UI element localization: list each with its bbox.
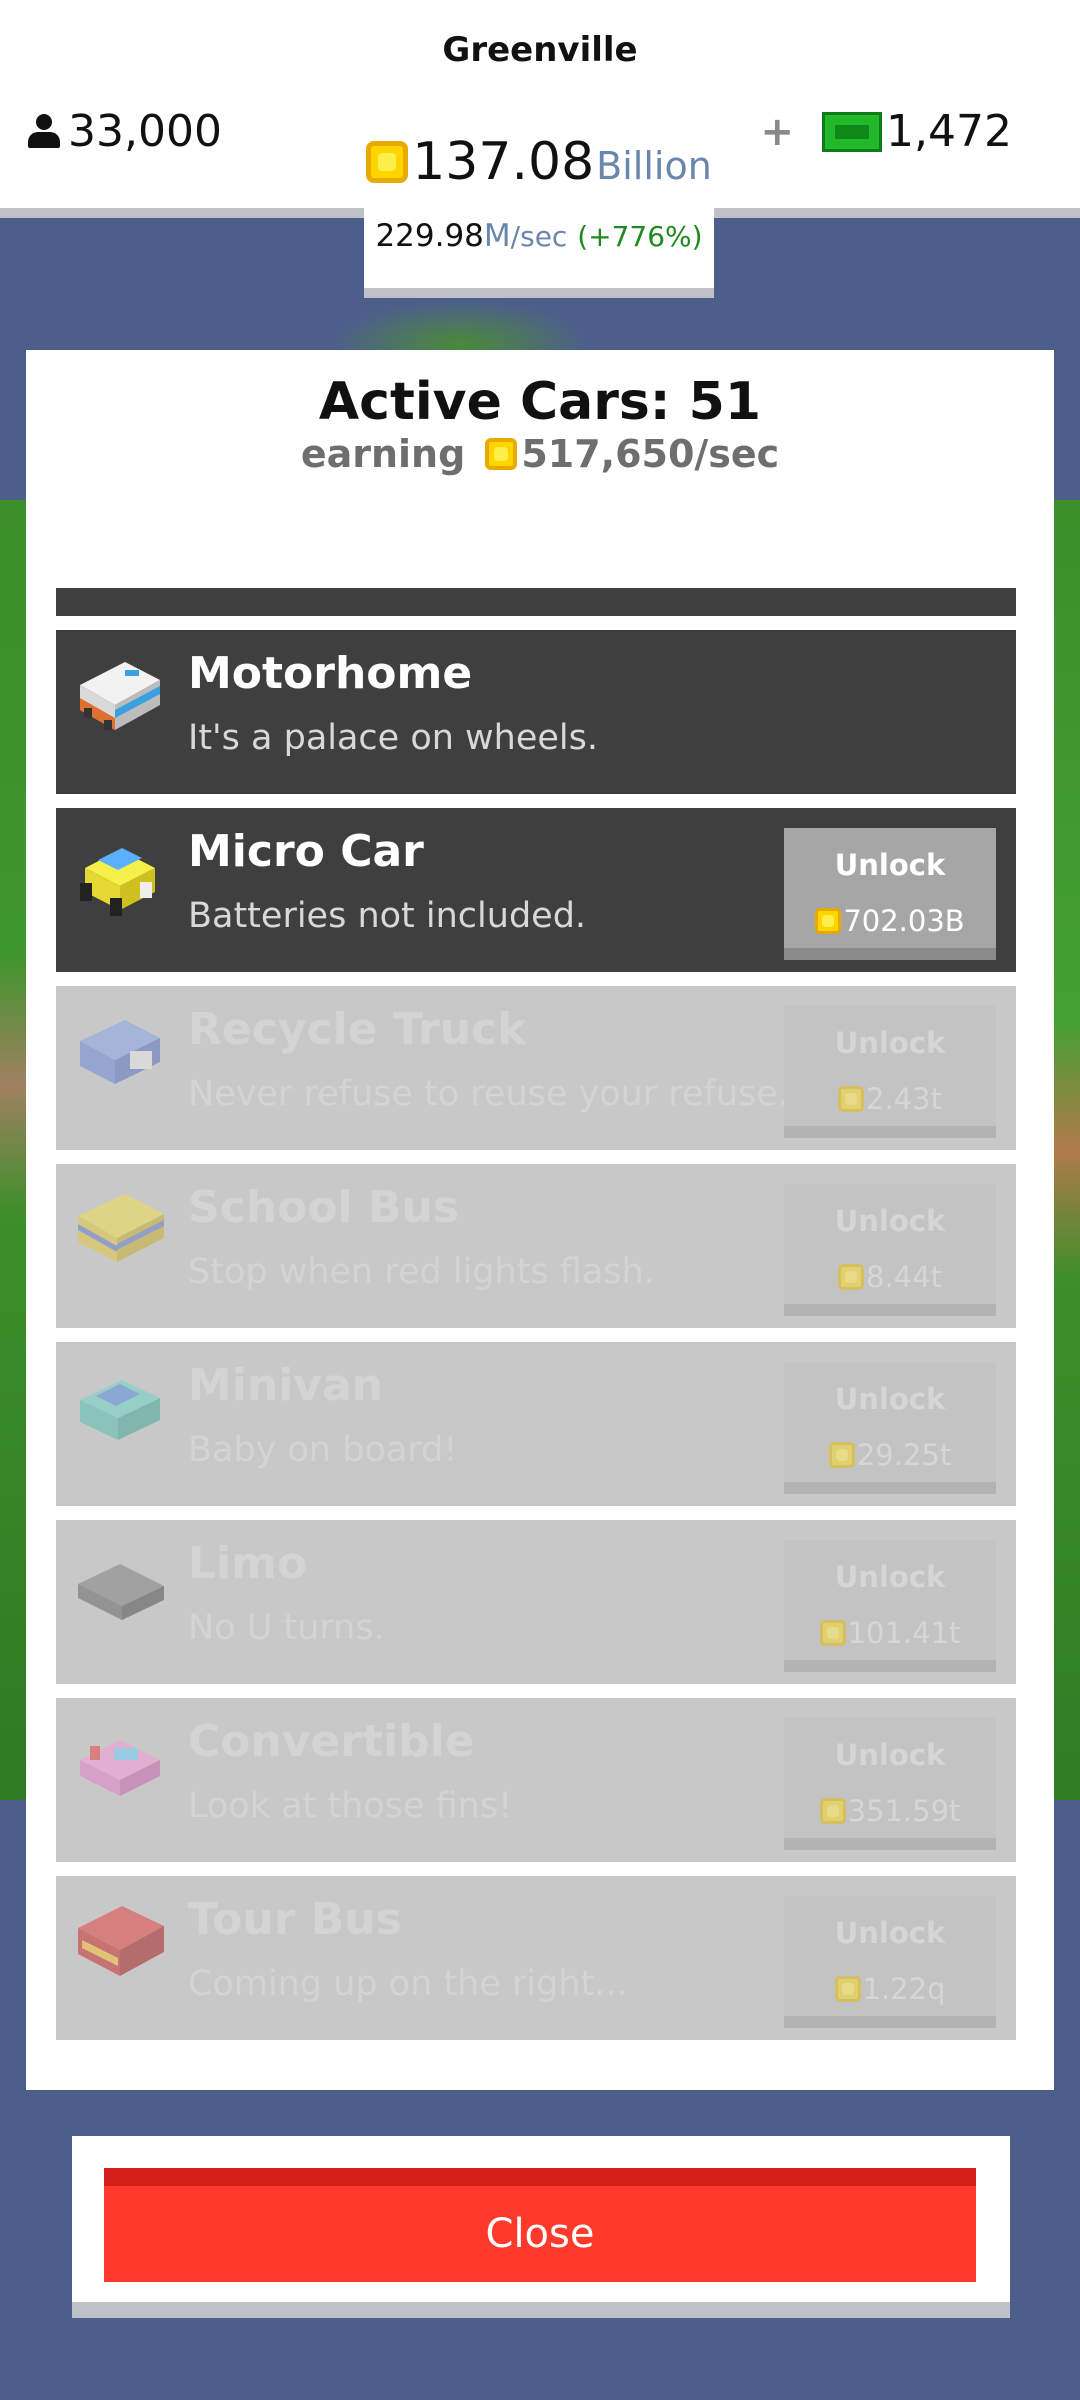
city-name: Greenville [442,30,638,70]
coin-icon [819,1620,846,1646]
micro-car-icon [80,848,155,916]
unlock-label: Unlock [834,1560,946,1594]
population-display: 33,000 [26,106,222,157]
unlock-label: Unlock [834,1738,946,1772]
car-row-tour-bus: Tour Bus Coming up on the right... Unloc… [56,1876,1016,2040]
car-desc: Batteries not included. [188,896,587,936]
rate-unit: M [483,218,511,254]
car-name: Motorhome [188,648,473,699]
unlock-button: Unlock 1.22q [784,1896,996,2028]
cash-icon [822,111,883,152]
unlock-price: 2.43t [784,1082,996,1116]
car-row-recycle-truck: Recycle Truck Never refuse to reuse your… [56,986,1016,1150]
car-name: Micro Car [188,826,424,877]
coin-icon [485,438,518,470]
earning-label: earning [300,432,466,476]
limo-icon [78,1564,164,1620]
money-box: 137.08 Billion 229.98M/sec (+776%) [364,130,714,298]
car-desc: Baby on board! [188,1430,458,1470]
rate-suffix: /sec [510,220,568,253]
coin-icon [815,908,842,934]
unlock-button: Unlock 29.25t [784,1362,996,1494]
cash-value: 1,472 [886,106,1012,157]
car-desc: Never refuse to reuse your refuse. [188,1074,789,1114]
car-name: Minivan [188,1360,383,1411]
car-desc: Look at those fins! [188,1786,513,1826]
money-rate: 229.98M/sec (+776%) [364,218,714,254]
unlock-label: Unlock [834,1204,946,1238]
panel-title: Active Cars: 51 [318,372,762,432]
car-name: Tour Bus [188,1894,402,1945]
car-row-limo: Limo No U turns. Unlock 101.41t [56,1520,1016,1684]
earning-value: 517,650/sec [521,432,780,476]
unlock-button: Unlock 8.44t [784,1184,996,1316]
price-value: 29.25t [856,1438,952,1472]
unlock-price: 1.22q [784,1972,996,2006]
price-value: 8.44t [866,1260,942,1294]
price-value: 101.41t [847,1616,961,1650]
school-bus-icon [78,1194,164,1262]
unlock-price: 29.25t [784,1438,996,1472]
price-value: 351.59t [847,1794,961,1828]
car-row-minivan: Minivan Baby on board! Unlock 29.25t [56,1342,1016,1506]
unlock-price: 351.59t [784,1794,996,1828]
price-value: 2.43t [866,1082,942,1116]
coin-icon [838,1264,865,1290]
rate-value: 229.98 [375,218,484,254]
unlock-label: Unlock [834,848,946,882]
recycle-truck-icon [80,1020,160,1084]
coin-icon [819,1798,846,1824]
unlock-button: Unlock 101.41t [784,1540,996,1672]
car-name: Convertible [188,1716,475,1767]
car-desc: It's a palace on wheels. [188,718,599,758]
unlock-button[interactable]: Unlock 702.03B [784,828,996,960]
unlock-button: Unlock 351.59t [784,1718,996,1850]
coin-icon [366,141,409,183]
motorhome-icon [80,662,160,730]
unlock-price: 702.03B [784,904,996,938]
money-unit: Billion [596,144,712,188]
tour-bus-icon [78,1906,164,1976]
list-top-bar [56,588,1016,616]
car-desc: Coming up on the right... [188,1964,628,2004]
car-row-micro-car[interactable]: Micro Car Batteries not included. Unlock… [56,808,1016,972]
close-button[interactable]: Close [104,2168,976,2282]
close-container: Close [72,2136,1010,2318]
add-cash-button[interactable]: + [761,109,795,155]
price-value: 1.22q [862,1972,946,2006]
car-row-motorhome[interactable]: Motorhome It's a palace on wheels. [56,630,1016,794]
money-amount: 137.08 [412,132,595,192]
car-row-school-bus: School Bus Stop when red lights flash. U… [56,1164,1016,1328]
unlock-label: Unlock [834,1382,946,1416]
minivan-icon [80,1380,160,1440]
population-value: 33,000 [68,106,222,157]
unlock-button: Unlock 2.43t [784,1006,996,1138]
coin-icon [828,1442,855,1468]
convertible-icon [80,1740,160,1796]
cash-display[interactable]: + 1,472 [761,106,1012,157]
panel-earning: earning 517,650/sec [26,432,1054,476]
money-total: 137.08 Billion [364,132,714,192]
unlock-price: 101.41t [784,1616,996,1650]
coin-icon [838,1086,865,1112]
car-row-convertible: Convertible Look at those fins! Unlock 3… [56,1698,1016,1862]
person-icon [26,113,62,150]
unlock-price: 8.44t [784,1260,996,1294]
active-cars-panel: Active Cars: 51 earning 517,650/sec Moto… [26,350,1054,2090]
car-name: Limo [188,1538,308,1589]
rate-change: (+776%) [577,220,703,253]
unlock-label: Unlock [834,1026,946,1060]
car-desc: Stop when red lights flash. [188,1252,655,1292]
price-value: 702.03B [843,904,965,938]
coin-icon [834,1976,861,2002]
car-desc: No U turns. [188,1608,385,1648]
car-name: School Bus [188,1182,460,1233]
unlock-label: Unlock [834,1916,946,1950]
car-name: Recycle Truck [188,1004,527,1055]
